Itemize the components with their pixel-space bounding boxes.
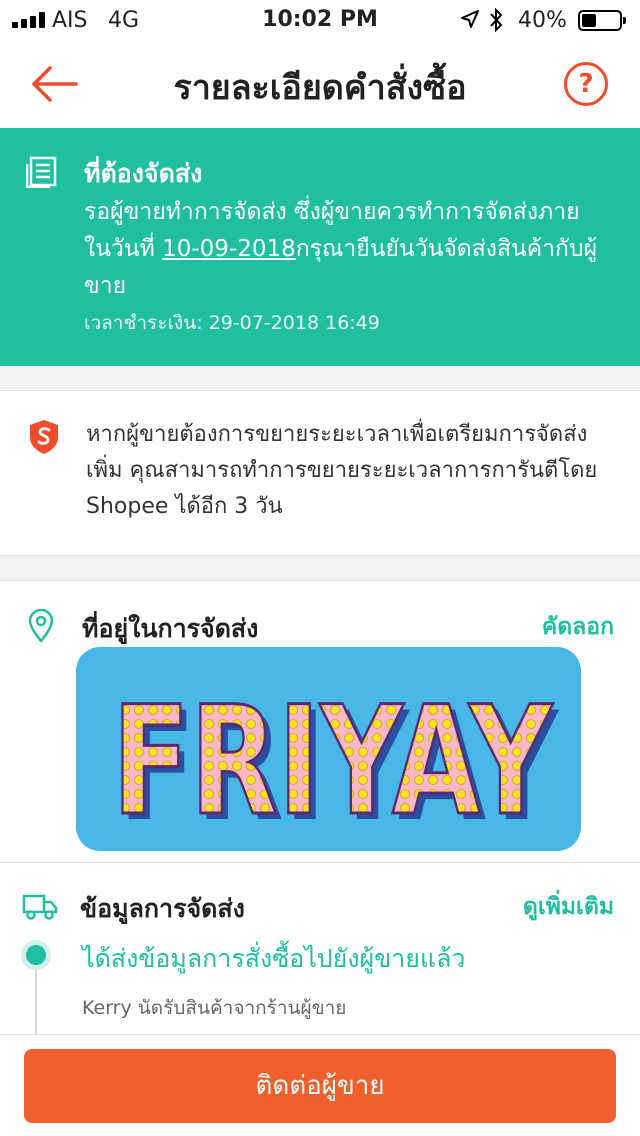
contact-seller-button[interactable]: ติดต่อผู้ขาย xyxy=(24,1049,616,1123)
order-status-banner: ที่ต้องจัดส่ง รอผู้ขายทำการจัดส่ง ซึ่งผู… xyxy=(0,128,640,366)
status-bar: AIS 4G 10:02 PM 40% xyxy=(0,0,640,40)
location-pin-icon xyxy=(28,609,54,643)
payment-time: เวลาชำระเงิน: 29-07-2018 16:49 xyxy=(84,312,380,334)
bluetooth-icon xyxy=(490,7,503,33)
banner-description: รอผู้ขายทำการจัดส่ง ซึ่งผู้ขายควรทำการจั… xyxy=(84,194,604,305)
copy-address-button[interactable]: คัดลอก xyxy=(542,609,614,645)
shipping-address-section: ที่อยู่ในการจัดส่ง คัดลอก FRIYAY FRIYAY xyxy=(0,580,640,862)
shopee-shield-icon xyxy=(30,420,58,454)
ship-by-date: 10-09-2018 xyxy=(162,236,296,262)
friyay-sticker-image: FRIYAY FRIYAY xyxy=(76,647,581,851)
shipping-status-detail: Kerry นัดรับสินค้าจากร้านผู้ขาย xyxy=(82,997,347,1019)
timeline-line xyxy=(35,963,37,1035)
battery-icon xyxy=(578,10,626,31)
help-button[interactable]: ? xyxy=(564,62,608,106)
shipping-status: ได้ส่งข้อมูลการสั่งซื้อไปยังผู้ขายแล้ว xyxy=(82,944,466,973)
guarantee-text: หากผู้ขายต้องการขยายระยะเวลาเพื่อเตรียมก… xyxy=(86,422,598,519)
banner-title: ที่ต้องจัดส่ง xyxy=(84,159,203,188)
shipping-title: ข้อมูลการจัดส่ง xyxy=(80,894,245,923)
page-title: รายละเอียดคำสั่งซื้อ xyxy=(173,68,467,108)
address-title: ที่อยู่ในการจัดส่ง xyxy=(82,614,259,643)
shipping-info-section: ข้อมูลการจัดส่ง ดูเพิ่มเติม ได้ส่งข้อมูล… xyxy=(0,862,640,1035)
svg-text:FRIYAY: FRIYAY xyxy=(112,675,554,849)
timeline-dot xyxy=(26,945,46,965)
view-more-button[interactable]: ดูเพิ่มเติม xyxy=(523,889,614,925)
battery-percentage: 40% xyxy=(518,8,567,33)
guarantee-notice: หากผู้ขายต้องการขยายระยะเวลาเพื่อเตรียมก… xyxy=(0,390,640,556)
document-list-icon xyxy=(26,156,57,188)
bottom-action-bar: ติดต่อผู้ขาย xyxy=(0,1034,640,1136)
navigation-header: รายละเอียดคำสั่งซื้อ ? xyxy=(0,40,640,128)
location-arrow-icon xyxy=(461,10,479,28)
truck-icon xyxy=(22,894,58,920)
